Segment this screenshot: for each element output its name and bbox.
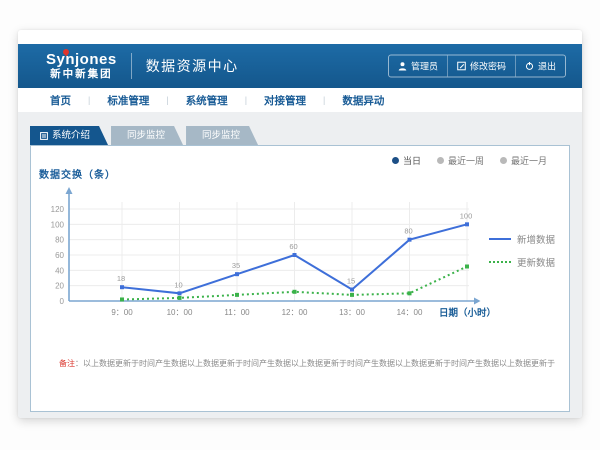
tab-label: 同步监控 [127, 126, 165, 145]
legend-line-dotted-icon [489, 261, 511, 263]
logo-brand-text: Synjones [46, 52, 117, 67]
user-menu-change-password-label: 修改密码 [470, 60, 506, 73]
time-range-radios: 当日 最近一周 最近一月 [392, 154, 547, 167]
tab-bar: 系统介绍 同步监控 同步监控 [30, 126, 570, 145]
svg-text:80: 80 [55, 236, 64, 245]
user-menu-logout-label: 退出 [538, 60, 556, 73]
nav-item-data-change[interactable]: 数据异动 [342, 93, 384, 108]
svg-text:10：00: 10：00 [167, 308, 193, 317]
svg-text:0: 0 [60, 297, 65, 306]
svg-text:13：00: 13：00 [339, 308, 365, 317]
svg-text:100: 100 [51, 220, 65, 229]
svg-text:80: 80 [404, 227, 412, 236]
logo-company-text: 新中新集团 [46, 69, 117, 80]
legend-line-solid-icon [489, 238, 511, 240]
nav-item-home[interactable]: 首页 [50, 93, 71, 108]
header-divider [131, 53, 132, 79]
user-menu: 管理员 修改密码 退出 [388, 55, 566, 78]
radio-today-label: 当日 [403, 154, 421, 167]
svg-text:60: 60 [289, 242, 297, 251]
svg-text:14：00: 14：00 [397, 308, 423, 317]
user-icon [398, 62, 407, 71]
nav-separator: | [245, 95, 247, 105]
nav-item-interface-mgmt[interactable]: 对接管理 [264, 93, 306, 108]
svg-text:日期（小时）: 日期（小时） [439, 307, 496, 319]
company-logo: Synjones 新中新集团 [46, 52, 117, 80]
legend-update-data: 更新数据 [489, 255, 555, 269]
nav-separator: | [166, 95, 168, 105]
svg-text:9：00: 9：00 [111, 308, 133, 317]
tab-label: 同步监控 [202, 126, 240, 145]
user-menu-admin-label: 管理员 [411, 60, 438, 73]
radio-dot-icon [500, 157, 507, 164]
tab-label: 系统介绍 [52, 126, 90, 145]
legend-update-data-label: 更新数据 [517, 255, 555, 269]
tab-system-intro[interactable]: 系统介绍 [30, 126, 108, 145]
tab-sync-monitor-1[interactable]: 同步监控 [111, 126, 183, 145]
svg-text:10: 10 [174, 280, 182, 289]
page-title: 数据资源中心 [146, 56, 239, 76]
legend-new-data-label: 新增数据 [517, 232, 555, 246]
svg-text:18: 18 [117, 274, 125, 283]
svg-text:20: 20 [55, 282, 64, 291]
nav-item-standard-mgmt[interactable]: 标准管理 [107, 93, 149, 108]
svg-text:120: 120 [51, 205, 65, 214]
nav-item-system-mgmt[interactable]: 系统管理 [186, 93, 228, 108]
nav-separator: | [88, 95, 90, 105]
footnote: 备注：以上数据更新于时间产生数据以上数据更新于时间产生数据以上数据更新于时间产生… [59, 358, 555, 369]
svg-text:12：00: 12：00 [282, 308, 308, 317]
svg-text:15: 15 [347, 277, 355, 286]
user-menu-logout[interactable]: 退出 [515, 56, 565, 77]
svg-text:11：00: 11：00 [224, 308, 250, 317]
radio-last-week[interactable]: 最近一周 [437, 154, 484, 167]
app-window: Synjones 新中新集团 数据资源中心 管理员 修改密码 [18, 30, 582, 418]
radio-last-week-label: 最近一周 [448, 154, 484, 167]
chart-legend: 新增数据 更新数据 [489, 232, 555, 269]
svg-text:60: 60 [55, 251, 64, 260]
document-icon [40, 132, 48, 140]
radio-dot-icon [437, 157, 444, 164]
app-header: Synjones 新中新集团 数据资源中心 管理员 修改密码 [18, 44, 582, 88]
power-icon [525, 62, 534, 71]
radio-today[interactable]: 当日 [392, 154, 421, 167]
nav-separator: | [323, 95, 325, 105]
legend-new-data: 新增数据 [489, 232, 555, 246]
content-area: 系统介绍 同步监控 同步监控 当日 最近一周 [18, 112, 582, 418]
radio-last-month[interactable]: 最近一月 [500, 154, 547, 167]
svg-text:100: 100 [460, 211, 473, 220]
user-menu-change-password[interactable]: 修改密码 [447, 56, 515, 77]
chart-panel: 当日 最近一周 最近一月 数据交换（条） 0 20 40 60 80 100 120 18 10… [30, 145, 570, 412]
footnote-text: ：以上数据更新于时间产生数据以上数据更新于时间产生数据以上数据更新于时间产生数据… [75, 359, 555, 368]
tab-sync-monitor-2[interactable]: 同步监控 [186, 126, 258, 145]
radio-last-month-label: 最近一月 [511, 154, 547, 167]
radio-dot-icon [392, 157, 399, 164]
svg-text:35: 35 [232, 261, 240, 270]
svg-text:40: 40 [55, 266, 64, 275]
footnote-label: 备注 [59, 359, 75, 368]
edit-icon [457, 62, 466, 71]
y-axis-title: 数据交换（条） [39, 166, 116, 181]
user-menu-admin[interactable]: 管理员 [389, 56, 447, 77]
main-nav: 首页 | 标准管理 | 系统管理 | 对接管理 | 数据异动 [18, 88, 582, 113]
window-top-strip [18, 30, 582, 44]
